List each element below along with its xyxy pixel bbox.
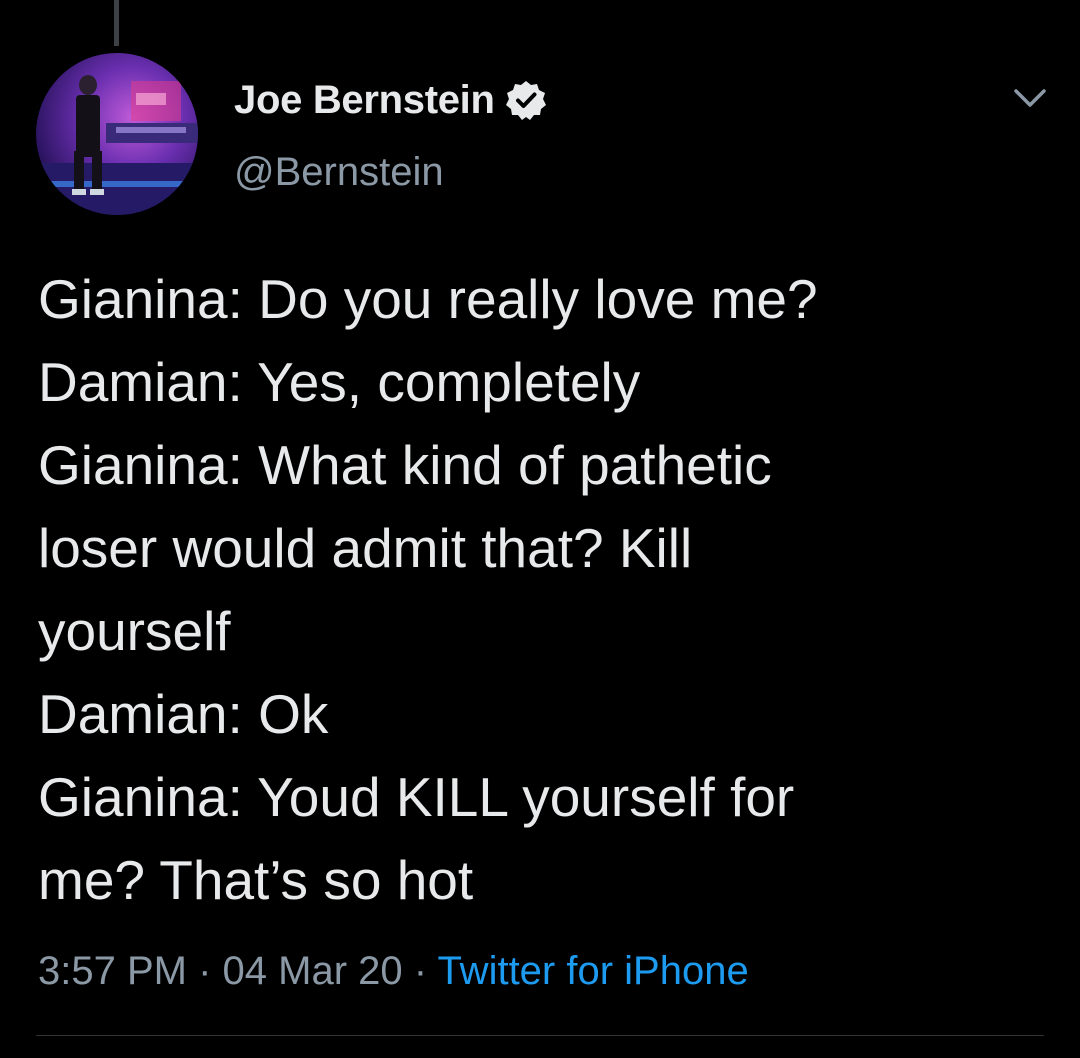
tweet-source-link[interactable]: Twitter for iPhone — [437, 949, 748, 993]
tweet-time[interactable]: 3:57 PM — [38, 949, 187, 993]
author-display-name[interactable]: Joe Bernstein — [234, 78, 495, 123]
avatar[interactable] — [36, 53, 198, 215]
tweet-metadata: 3:57 PM · 04 Mar 20 · Twitter for iPhone — [38, 945, 749, 997]
tweet-text: Gianina: Do you really love me? Damian: … — [38, 258, 1038, 922]
divider — [36, 1035, 1044, 1036]
tweet-text-line: Gianina: Do you really love me? — [38, 268, 818, 330]
tweet-text-line: Gianina: What kind of pathetic — [38, 434, 772, 496]
meta-separator: · — [402, 949, 438, 993]
tweet-text-line: yourself — [38, 600, 231, 662]
thread-connector-line — [114, 0, 119, 46]
author-handle[interactable]: @Bernstein — [234, 150, 444, 195]
chevron-down-icon[interactable] — [1008, 80, 1052, 116]
tweet-text-line: Damian: Ok — [38, 683, 329, 745]
verified-badge-icon — [505, 79, 547, 121]
tweet-text-line: loser would admit that? Kill — [38, 517, 693, 579]
avatar-image — [36, 53, 198, 215]
tweet-date[interactable]: 04 Mar 20 — [223, 949, 403, 993]
tweet-text-line: Damian: Yes, completely — [38, 351, 641, 413]
meta-separator: · — [186, 949, 223, 993]
tweet-text-line: me? That’s so hot — [38, 849, 474, 911]
author-name-row[interactable]: Joe Bernstein — [234, 72, 547, 128]
tweet-text-line: Gianina: Youd KILL yourself for — [38, 766, 795, 828]
